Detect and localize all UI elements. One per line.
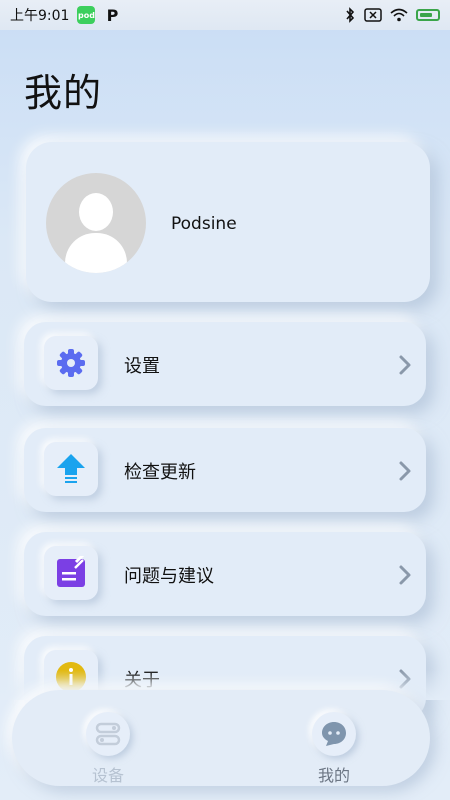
green-app-icon: pod	[77, 6, 96, 24]
menu-item-label: 检查更新	[124, 462, 196, 483]
tab-label: 设备	[91, 766, 124, 785]
wifi-icon	[390, 8, 408, 22]
status-bar: 上午9:01 pod P	[0, 0, 450, 30]
chevron-right-icon	[399, 355, 411, 375]
username: Podsine	[171, 214, 237, 234]
menu-item-feedback[interactable]: 问题与建议	[24, 532, 426, 616]
devices-toggle-icon	[86, 712, 130, 756]
menu-item-icon-box	[44, 336, 98, 390]
bluetooth-icon	[346, 7, 355, 23]
tab-mine[interactable]: 我的	[304, 712, 364, 786]
p-app-icon: P	[106, 5, 119, 25]
gear-icon	[57, 349, 85, 377]
menu-item-icon-box	[44, 442, 98, 496]
bottom-tab-bar: 设备 我的	[12, 690, 430, 786]
upload-arrow-icon	[57, 454, 85, 483]
sim-icon	[364, 8, 382, 22]
menu-item-label: 设置	[124, 356, 160, 377]
status-time: 上午9:01	[10, 8, 70, 24]
profile-card[interactable]: Podsine	[26, 142, 430, 302]
feedback-note-icon	[57, 556, 85, 587]
menu-item-label: 问题与建议	[124, 566, 214, 587]
chevron-right-icon	[399, 461, 411, 481]
chevron-right-icon	[399, 565, 411, 585]
status-bar-left: 上午9:01 pod P	[10, 5, 121, 25]
menu-item-check-update[interactable]: 检查更新	[24, 428, 426, 512]
battery-icon	[416, 9, 440, 21]
menu-item-settings[interactable]: 设置	[24, 322, 426, 406]
tab-label: 我的	[317, 766, 350, 785]
status-bar-right	[344, 7, 440, 23]
chat-bubble-icon	[312, 712, 356, 756]
page-title: 我的	[24, 71, 103, 115]
tab-devices[interactable]: 设备	[78, 712, 138, 786]
avatar-placeholder-icon[interactable]	[46, 173, 146, 273]
menu-item-icon-box	[44, 546, 98, 600]
